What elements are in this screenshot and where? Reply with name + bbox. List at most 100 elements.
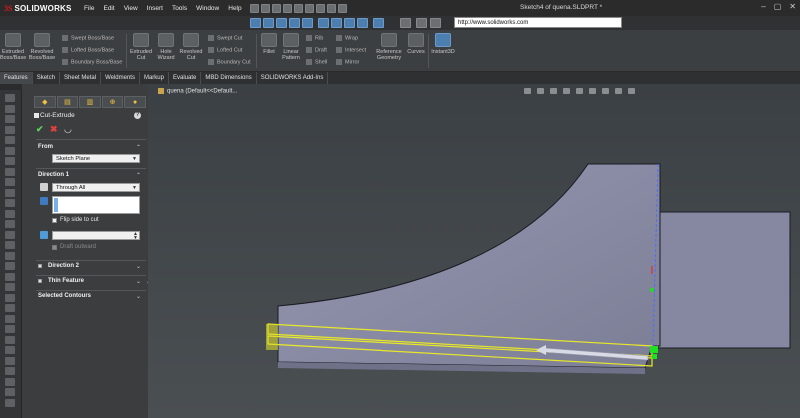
task-pane-icon[interactable] <box>5 335 15 344</box>
save-icon[interactable] <box>282 3 292 13</box>
task-pane-icon[interactable] <box>5 115 15 123</box>
chevron-up-icon[interactable]: ⌃ <box>136 172 141 179</box>
task-pane-icon[interactable] <box>5 356 15 365</box>
solidworks-logo[interactable]: 3S SOLIDWORKS <box>0 4 80 13</box>
appearance-icon[interactable] <box>602 88 609 94</box>
chevron-down-icon[interactable]: ⌄ <box>136 263 141 270</box>
options-icon[interactable] <box>337 3 347 13</box>
task-pane-icon[interactable] <box>5 94 15 102</box>
close-button[interactable]: ✕ <box>789 2 796 11</box>
maximize-button[interactable]: ▢ <box>774 2 782 11</box>
menu-view[interactable]: View <box>124 5 138 12</box>
dimxpert-tab[interactable]: ⊕ <box>101 96 124 108</box>
display-style-icon[interactable] <box>318 18 329 28</box>
feature-manager-tab[interactable]: ◆ <box>34 96 56 108</box>
task-pane-icon[interactable] <box>5 188 15 197</box>
direction-selection-list[interactable] <box>52 196 140 214</box>
hide-show-icon[interactable] <box>589 88 596 94</box>
task-pane-icon[interactable] <box>5 283 15 291</box>
selected-contours-section-header[interactable]: Selected Contours <box>38 293 91 299</box>
display-style-icon[interactable] <box>576 88 583 94</box>
revolved-cut-button[interactable]: Revolved Cut <box>178 33 204 61</box>
draft-outward-checkbox[interactable] <box>52 245 57 250</box>
line-icon[interactable] <box>430 18 441 28</box>
task-pane-icon[interactable] <box>5 104 15 113</box>
task-pane-icon[interactable] <box>5 220 15 228</box>
task-pane-icon[interactable] <box>5 125 15 134</box>
swept-boss-button[interactable]: Swept Boss/Base <box>62 35 114 41</box>
task-pane-icon[interactable] <box>5 367 15 375</box>
revolved-boss-button[interactable]: Revolved Boss/Base <box>28 33 56 61</box>
chevron-down-icon[interactable]: ⌄ <box>136 293 141 300</box>
hide-show-icon[interactable] <box>331 18 342 28</box>
scene-icon[interactable] <box>615 88 622 94</box>
boundary-cut-button[interactable]: Boundary Cut <box>208 59 251 65</box>
lofted-boss-button[interactable]: Lofted Boss/Base <box>62 47 114 53</box>
help-icon[interactable]: ? <box>134 112 141 119</box>
minimize-button[interactable]: – <box>761 2 765 11</box>
edit-appearance-icon[interactable] <box>344 18 355 28</box>
draft-on-off-icon[interactable] <box>40 231 48 239</box>
end-condition-select[interactable]: Through All ▼ <box>52 183 140 192</box>
thin-feature-checkbox[interactable] <box>38 279 42 283</box>
menu-edit[interactable]: Edit <box>103 5 114 12</box>
menu-insert[interactable]: Insert <box>147 5 163 12</box>
task-pane-icon[interactable] <box>5 346 15 354</box>
tab-sketch[interactable]: Sketch <box>33 72 61 84</box>
direction2-checkbox[interactable] <box>38 264 42 268</box>
tab-mbd-dimensions[interactable]: MBD Dimensions <box>201 72 257 84</box>
tab-sheet-metal[interactable]: Sheet Metal <box>60 72 102 84</box>
boundary-boss-button[interactable]: Boundary Boss/Base <box>62 59 122 65</box>
zoom-to-fit-icon[interactable] <box>524 88 531 94</box>
triad-handle-icon[interactable] <box>652 354 657 359</box>
task-pane-icon[interactable] <box>5 314 15 323</box>
chevron-down-icon[interactable]: ⌄ <box>136 278 141 285</box>
menu-help[interactable]: Help <box>228 5 241 12</box>
task-pane-icon[interactable] <box>5 304 15 312</box>
task-pane-icon[interactable] <box>5 178 15 186</box>
view-settings-icon[interactable] <box>373 18 384 28</box>
view-setting-icon[interactable] <box>628 88 635 94</box>
task-pane-icon[interactable] <box>5 199 15 207</box>
task-pane-icon[interactable] <box>5 251 15 260</box>
mirror-button[interactable]: Mirror <box>336 59 359 65</box>
task-pane-icon[interactable] <box>5 167 15 176</box>
detailed-preview-icon[interactable]: ◡ <box>64 124 72 135</box>
task-pane-icon[interactable] <box>5 146 15 155</box>
task-pane-icon[interactable] <box>5 325 15 333</box>
reference-geometry-button[interactable]: Reference Geometry <box>374 33 404 61</box>
rebuild-icon[interactable] <box>326 3 336 13</box>
ok-check-icon[interactable]: ✔ <box>36 124 44 135</box>
apply-scene-icon[interactable] <box>357 18 368 28</box>
task-pane-icon[interactable] <box>5 262 15 270</box>
direction1-section-header[interactable]: Direction 1 <box>38 172 69 178</box>
tab-features[interactable]: Features <box>0 72 33 84</box>
swept-cut-button[interactable]: Swept Cut <box>208 35 242 41</box>
cancel-x-icon[interactable]: ✖ <box>50 124 58 135</box>
property-manager-tab[interactable]: ▤ <box>56 96 79 108</box>
task-pane-icon[interactable] <box>5 377 15 386</box>
instant3d-button[interactable]: Instant3D <box>429 33 457 55</box>
rib-button[interactable]: Rib <box>306 35 323 41</box>
task-pane-icon[interactable] <box>5 241 15 249</box>
zoom-area-icon[interactable] <box>537 88 544 94</box>
curves-button[interactable]: Curves <box>405 33 427 55</box>
graphics-area[interactable]: quena (Default<<Default... <box>148 84 800 418</box>
extruded-cut-button[interactable]: Extruded Cut <box>128 33 154 61</box>
task-pane-icon[interactable] <box>5 230 15 239</box>
section-view-icon[interactable] <box>550 88 557 94</box>
direction2-section-header[interactable]: Direction 2 <box>48 263 79 269</box>
fillet-button[interactable]: Fillet <box>258 33 280 55</box>
shell-button[interactable]: Shell <box>306 59 327 65</box>
select-icon[interactable] <box>315 3 325 13</box>
zoom-fit-icon[interactable] <box>263 18 274 28</box>
thin-feature-section-header[interactable]: Thin Feature <box>48 278 84 284</box>
spin-arrows-icon[interactable]: ▲ ▼ <box>133 232 138 241</box>
task-pane-icon[interactable] <box>5 136 15 144</box>
tab-markup[interactable]: Markup <box>140 72 169 84</box>
tab-evaluate[interactable]: Evaluate <box>169 72 202 84</box>
undo-icon[interactable] <box>304 3 314 13</box>
draft-angle-field[interactable]: ▲ ▼ <box>52 231 140 241</box>
feature-tree-root[interactable]: quena (Default<<Default... <box>158 88 237 95</box>
task-pane-icon[interactable] <box>5 293 15 302</box>
